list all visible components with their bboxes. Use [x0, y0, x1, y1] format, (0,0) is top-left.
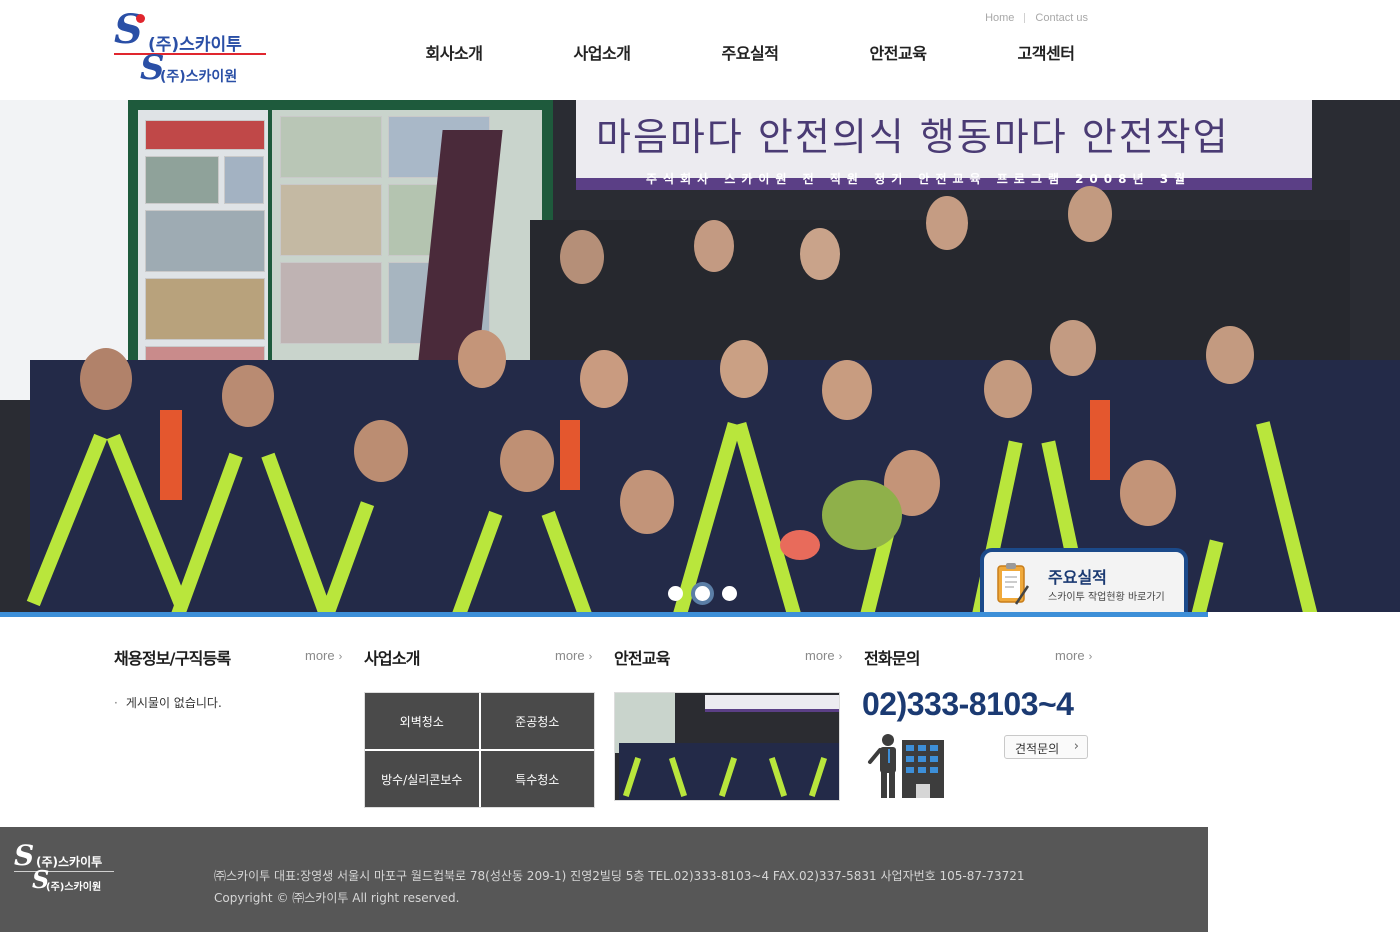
chevron-right-icon: › [338, 651, 343, 663]
business-grid: 외벽청소 준공청소 방수/실리콘보수 특수청소 [364, 692, 595, 808]
education-more-link[interactable]: more › [805, 648, 842, 663]
home-link[interactable]: Home [985, 12, 1014, 24]
nav-item-performance[interactable]: 주요실적 [676, 40, 824, 66]
chevron-right-icon: › [1088, 651, 1093, 663]
photo-thumb [145, 210, 265, 272]
contact-more-link[interactable]: more › [1055, 648, 1092, 663]
hero-banner-sub: 주식회사 스카이원 전 직원 정기 안전교육 프로그램 2008년 3월 [646, 172, 1192, 186]
chevron-right-icon: › [1073, 739, 1079, 754]
quote-request-button[interactable]: 견적문의 › [1004, 735, 1088, 759]
contact-us-link[interactable]: Contact us [1035, 12, 1088, 24]
slider-pagination [668, 582, 737, 605]
face [500, 430, 554, 492]
quick-link-performance[interactable]: 주요실적 스카이투 작업현황 바로가기 [980, 548, 1188, 616]
logo-divider [114, 53, 266, 55]
quick-card-subtitle: 스카이투 작업현황 바로가기 [1048, 592, 1165, 603]
face [1068, 186, 1112, 242]
utility-separator [1024, 13, 1026, 24]
thumb-banner [705, 695, 839, 712]
footer-logo-secondary: (주)스카이원 [46, 882, 102, 893]
clipboard-pencil-icon [997, 563, 1030, 605]
quick-card-title: 주요실적 [1048, 568, 1107, 587]
uniform-accent [1090, 400, 1110, 480]
face [1206, 326, 1254, 384]
photo-thumb [280, 262, 382, 344]
face [694, 220, 734, 272]
business-item-completion-cleaning[interactable]: 준공청소 [480, 693, 594, 749]
contact-more-label: more [1055, 648, 1085, 663]
face [222, 365, 274, 427]
company-logo[interactable]: S (주)스카이투 S (주)스카이원 [114, 6, 270, 88]
phone-number: 02)333-8103~4 [862, 686, 1074, 722]
hero-slider[interactable]: 마음마다 안전의식 행동마다 안전작업 주식회사 스카이원 전 직원 정기 안전… [0, 100, 1400, 612]
hero-banner-main: 마음마다 안전의식 행동마다 안전작업 [596, 115, 1230, 159]
recruit-more-link[interactable]: more › [305, 648, 342, 663]
business-item-special-cleaning[interactable]: 특수청소 [480, 751, 594, 807]
business-more-link[interactable]: more › [555, 648, 592, 663]
slider-dot-2[interactable] [691, 582, 714, 605]
main-navigation: 회사소개 사업소개 주요실적 안전교육 고객센터 [380, 40, 1120, 66]
list-item: · 게시물이 없습니다. [114, 694, 222, 711]
footer: S (주)스카이투 S (주)스카이원 ㈜스카이투 대표:장영생 서울시 마포구… [0, 827, 1208, 932]
flower-bouquet [822, 480, 902, 550]
hero-banner: 마음마다 안전의식 행동마다 안전작업 주식회사 스카이원 전 직원 정기 안전… [576, 100, 1312, 190]
recruit-title: 채용정보/구직등록 [114, 649, 231, 668]
photo-thumb [145, 156, 219, 204]
logo-s-mark: S [114, 6, 143, 53]
logo-red-dot [136, 14, 145, 23]
bullet-icon: · [114, 696, 118, 710]
face [822, 360, 872, 420]
education-more-label: more [805, 648, 835, 663]
utility-links: Home Contact us [985, 12, 1088, 24]
education-thumbnail[interactable] [614, 692, 840, 801]
chevron-right-icon: › [588, 651, 593, 663]
chevron-right-icon: › [838, 651, 843, 663]
slider-dot-3[interactable] [722, 586, 737, 601]
hero-accent-bar [0, 612, 1208, 617]
contact-title: 전화문의 [864, 649, 920, 668]
flower-bouquet [780, 530, 820, 560]
footer-logo[interactable]: S (주)스카이투 S (주)스카이원 [14, 839, 118, 897]
recruit-list: · 게시물이 없습니다. [114, 694, 222, 711]
face [580, 350, 628, 408]
photo-thumb [145, 278, 265, 340]
business-item-waterproof-silicone[interactable]: 방수/실리콘보수 [365, 751, 479, 807]
footer-address: ㈜스카이투 대표:장영생 서울시 마포구 월드컵북로 78(성산동 209-1)… [214, 869, 1025, 883]
photo-thumb [280, 184, 382, 256]
uniform-accent [560, 420, 580, 490]
nav-item-business[interactable]: 사업소개 [528, 40, 676, 66]
business-more-label: more [555, 648, 585, 663]
quote-button-label: 견적문의 [1015, 742, 1060, 756]
slider-dot-1[interactable] [668, 586, 683, 601]
photo-thumb [280, 116, 382, 178]
footer-info: ㈜스카이투 대표:장영생 서울시 마포구 월드컵북로 78(성산동 209-1)… [214, 865, 1025, 909]
face [80, 348, 132, 410]
business-item-exterior-cleaning[interactable]: 외벽청소 [365, 693, 479, 749]
nav-item-safety-education[interactable]: 안전교육 [824, 40, 972, 66]
logo-secondary-text: (주)스카이원 [160, 69, 238, 85]
face [1120, 460, 1176, 526]
face [720, 340, 768, 398]
education-title: 안전교육 [614, 649, 670, 668]
face [458, 330, 506, 388]
face [620, 470, 674, 534]
uniform-accent [160, 410, 182, 500]
office-building-person-icon [868, 734, 944, 798]
face [984, 360, 1032, 418]
recruit-more-label: more [305, 648, 335, 663]
footer-copyright: Copyright © ㈜스카이투 All right reserved. [214, 891, 460, 905]
face [354, 420, 408, 482]
face [560, 230, 604, 284]
face [1050, 320, 1096, 376]
nav-item-company[interactable]: 회사소개 [380, 40, 528, 66]
logo-divider [14, 871, 114, 872]
photo-thumb [224, 156, 264, 204]
business-title: 사업소개 [364, 649, 420, 668]
face [926, 196, 968, 250]
nav-item-customer-center[interactable]: 고객센터 [972, 40, 1120, 66]
empty-message: 게시물이 없습니다. [125, 696, 222, 710]
photo-thumb [145, 120, 265, 150]
face [800, 228, 840, 280]
